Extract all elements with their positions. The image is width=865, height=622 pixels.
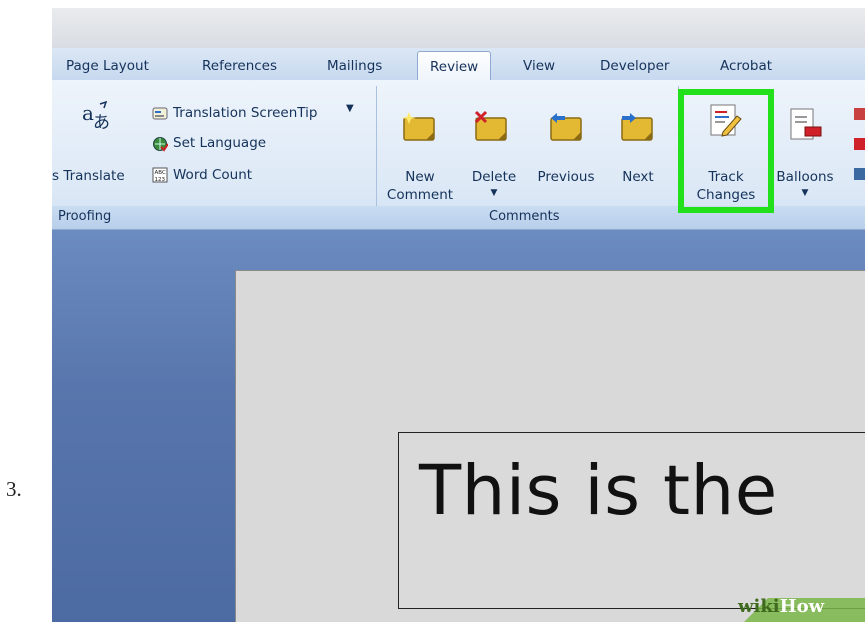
set-language-label: Set Language — [173, 135, 267, 151]
watermark-wiki: wiki — [738, 596, 780, 617]
tab-mailings[interactable]: Mailings — [327, 58, 382, 74]
delete-dropdown-icon: ▼ — [490, 188, 498, 198]
track-changes-highlight — [678, 89, 774, 213]
word-window: Page Layout References Mailings Review V… — [52, 8, 865, 622]
previous-comment-icon — [550, 113, 582, 141]
new-comment-line1: New — [405, 169, 435, 185]
delete-comment-icon — [474, 110, 507, 141]
next-comment-icon — [621, 113, 653, 141]
screentip-icon — [152, 107, 168, 120]
globe-check-icon — [153, 137, 168, 152]
svg-text:ABC: ABC — [155, 170, 166, 176]
step-number: 3. — [6, 477, 22, 501]
document-page: This is the — [235, 270, 865, 622]
ribbon-tab-row: Page Layout References Mailings Review V… — [52, 48, 865, 81]
watermark-how: How — [779, 596, 825, 617]
new-comment-icon — [402, 112, 435, 141]
dropdown-arrow-icon: ▼ — [346, 103, 354, 114]
translation-screentip-label: Translation ScreenTip — [173, 105, 318, 121]
tab-references[interactable]: References — [202, 58, 277, 74]
tab-view[interactable]: View — [523, 58, 555, 74]
word-count-label: Word Count — [173, 167, 253, 183]
previous-label: Previous — [537, 169, 595, 185]
group-separator — [376, 86, 377, 226]
word-count-icon: ABC 123 — [152, 167, 168, 183]
comments-group-label: Comments — [489, 209, 560, 224]
proofing-group-label: Proofing — [58, 209, 112, 224]
translate-label: s Translate — [52, 168, 125, 184]
title-bar — [52, 8, 865, 48]
new-comment-line2: Comment — [386, 187, 454, 203]
tab-developer[interactable]: Developer — [600, 58, 669, 74]
tab-review[interactable]: Review — [417, 51, 492, 81]
translate-icon: a あ — [82, 100, 110, 133]
svg-text:123: 123 — [155, 177, 166, 183]
document-text: This is the — [419, 451, 778, 531]
tab-acrobat[interactable]: Acrobat — [720, 58, 772, 74]
document-text-box[interactable]: This is the — [398, 432, 865, 609]
document-area: This is the — [52, 230, 865, 622]
svg-text:あ: あ — [93, 113, 110, 133]
balloons-icon — [790, 108, 822, 140]
tab-page-layout[interactable]: Page Layout — [66, 58, 149, 74]
balloons-dropdown-icon: ▼ — [801, 188, 809, 198]
next-label: Next — [622, 169, 654, 185]
